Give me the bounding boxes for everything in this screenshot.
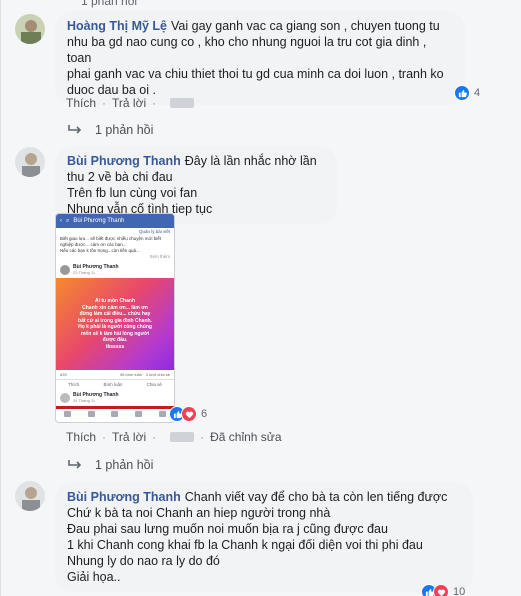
poster-avatar (60, 392, 70, 403)
view-replies[interactable]: 1 phản hồi (67, 458, 153, 472)
search-icon: ⌕ (66, 217, 70, 224)
separator-dot: · (152, 430, 157, 444)
reply-arrow-icon (68, 125, 82, 134)
commenter-name[interactable]: Bùi Phương Thanh (67, 490, 181, 504)
reaction-summary[interactable]: 6 (169, 406, 207, 422)
screenshot-header: ‹ ⌕ Bùi Phương Thanh (56, 214, 174, 228)
like-link[interactable]: Thích (66, 96, 96, 110)
screenshot-intro: Biết giao lưu... sẽ biết được nhiều chuy… (56, 235, 174, 261)
comment-bubble: Hoàng Thị Mỹ Lệ Vai gay ganh vac ca giang… (55, 11, 465, 105)
comment-bubble: Bùi Phương Thanh Chanh viết vay để cho bà… (55, 482, 473, 592)
profile-photo-icon (15, 14, 45, 44)
attached-screenshot-image[interactable]: ‹ ⌕ Bùi Phương Thanh Quản lý bài viết Bi… (55, 213, 175, 423)
separator-dot: · (152, 96, 157, 110)
profile-photo-icon (15, 481, 45, 511)
love-reaction-icon (433, 584, 449, 596)
replies-count-label: 1 phản hồi (95, 123, 154, 137)
reaction-count: 4 (474, 87, 481, 99)
comment-text-line: Đau phai sau lưng muốn noi muốn bịa ra j… (67, 522, 388, 536)
screenshot-header-name: Bùi Phương Thanh (73, 218, 125, 224)
like-reaction-icon (454, 85, 470, 101)
comment-text-line: nhu ba gd nao cung co , kho cho nhung ng… (67, 35, 427, 65)
timestamp-redacted[interactable] (170, 432, 195, 442)
reaction-count: 6 (201, 408, 208, 420)
cut-off-replies-label[interactable]: 1 phản hồi (81, 0, 137, 8)
view-replies[interactable]: 1 phản hồi (67, 123, 153, 137)
love-reaction-icon (181, 406, 197, 422)
timestamp-redacted[interactable] (170, 98, 195, 108)
avatar[interactable] (15, 14, 45, 44)
comment-actions: Thích · Trả lời · · Đã chỉnh sửa (66, 430, 282, 444)
separator-dot: · (200, 430, 205, 444)
friends-icon (87, 411, 95, 417)
separator-dot: · (102, 96, 107, 110)
reply-link[interactable]: Trả lời (112, 96, 146, 110)
screenshot-stats: 639 98 bình luận · 3 lượt chia sẻ (60, 372, 170, 377)
shares-count: 3 lượt chia sẻ (145, 372, 170, 377)
like-button: Thích (68, 382, 80, 387)
comment-text-line: Chanh viết vay để cho bà ta còn len tiến… (184, 490, 448, 504)
comment-text-line: Vai gay ganh vac ca giang son , chuyen t… (171, 19, 440, 33)
avatar[interactable] (15, 481, 45, 511)
comment-text-line: 1 khi Chanh cong khai fb la Chanh k ngại… (67, 538, 423, 552)
replies-count-label: 1 phản hồi (95, 458, 154, 472)
reaction-summary[interactable]: 10 (421, 584, 465, 596)
poster-time: 24 Tháng 11 (73, 398, 96, 403)
poster-time: 23 Tháng 11 (73, 270, 96, 275)
comment-text-line: Trên fb lun cùng voi fan (67, 186, 198, 200)
reaction-summary[interactable]: 4 (454, 85, 480, 101)
comment-text-line: Nhung ly do nao ra ly do đó (67, 554, 220, 568)
screenshot-poster: Bùi Phương Thanh 23 Tháng 11 (56, 264, 174, 275)
back-arrow-icon: ‹ (60, 218, 62, 224)
poster-avatar (60, 264, 70, 275)
manage-post-link: Quản lý bài viết (138, 229, 170, 234)
comments-panel: Hoàng Thị Mỹ Lệ Vai gay ganh vac ca giang… (0, 0, 521, 596)
separator-dot: · (102, 430, 107, 444)
comment-actions: Thích · Trả lời · (66, 96, 195, 110)
commenter-name[interactable]: Hoàng Thị Mỹ Lệ (67, 19, 167, 33)
comment-button: Bình luận (103, 382, 123, 387)
reaction-count: 10 (453, 586, 466, 596)
commenter-name[interactable]: Bùi Phương Thanh (67, 154, 181, 168)
like-link[interactable]: Thích (66, 430, 96, 444)
screenshot-poster-2: Bùi Phương Thanh 24 Tháng 11 (56, 389, 174, 406)
reply-link[interactable]: Trả lời (112, 430, 146, 444)
see-more-link: Xem thêm (149, 254, 170, 259)
reply-arrow-icon (68, 460, 82, 469)
bell-icon (135, 411, 143, 417)
screenshot-action-bar: Thích Bình luận Chia sẻ (56, 379, 174, 389)
gradient-post: Ai tu mồn Chanh Chanh xin cảm ơn... lâm … (56, 278, 174, 370)
comment-text-line: Giải họa.. (67, 570, 121, 584)
comments-count: 98 bình luận (119, 372, 143, 377)
screenshot-bottom-nav (56, 409, 174, 419)
post-line: tksssss (105, 343, 125, 350)
home-icon (64, 411, 72, 417)
share-button: Chia sẻ (146, 382, 162, 387)
profile-photo-icon (15, 147, 45, 177)
menu-icon (158, 411, 166, 417)
comment-text-line: phai ganh vac va chiu thiet thoi tu gd c… (67, 67, 444, 81)
edited-label[interactable]: Đã chỉnh sửa (210, 430, 281, 444)
reactions-count: 639 (60, 372, 67, 377)
watch-icon (111, 411, 119, 417)
comment-text-line: Chứ k bà ta noi Chanh an hiep người tron… (67, 506, 331, 520)
avatar[interactable] (15, 147, 45, 177)
